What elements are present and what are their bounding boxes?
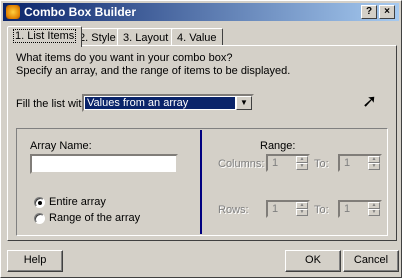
- fill-list-value: Values from an array: [85, 97, 235, 109]
- chevron-down-icon[interactable]: ▼: [236, 96, 252, 110]
- radio-range-row[interactable]: Range of the array: [34, 212, 140, 224]
- rows-to-label: To:: [314, 204, 329, 216]
- radio-range-label: Range of the array: [49, 212, 141, 224]
- prompt-line-2: Specify an array, and the range of items…: [16, 65, 291, 77]
- tab-layout[interactable]: 3. Layout: [117, 28, 175, 46]
- radio-range-of-array[interactable]: [34, 212, 45, 224]
- columns-to-label: To:: [314, 158, 329, 170]
- radio-entire-array-label: Entire array: [49, 196, 106, 208]
- columns-to-value: 1: [344, 157, 351, 169]
- mouse-pointer-icon: ➚: [362, 91, 378, 111]
- radio-entire-array[interactable]: [34, 196, 45, 208]
- rows-label: Rows:: [218, 204, 249, 216]
- rows-from-value: 1: [272, 203, 279, 215]
- columns-to-spinner[interactable]: 1 ▲ ▼: [338, 154, 382, 172]
- title-close-button[interactable]: ×: [379, 5, 395, 19]
- rows-to-spin-buttons[interactable]: ▲ ▼: [368, 202, 380, 216]
- fill-list-label: Fill the list with:: [16, 98, 91, 110]
- columns-from-spinner[interactable]: 1 ▲ ▼: [266, 154, 310, 172]
- dialog-window: Combo Box Builder ? × 1. List Items 2. S…: [0, 0, 402, 278]
- title-help-button[interactable]: ?: [361, 5, 377, 19]
- columns-from-value: 1: [272, 157, 279, 169]
- prompt-text: What items do you want in your combo box…: [16, 52, 290, 78]
- app-icon: [6, 5, 20, 19]
- help-button[interactable]: Help: [7, 250, 63, 272]
- window-title: Combo Box Builder: [24, 5, 137, 19]
- tab-value[interactable]: 4. Value: [171, 28, 223, 46]
- tab-list-items[interactable]: 1. List Items: [7, 26, 83, 47]
- radio-entire-array-row[interactable]: Entire array: [34, 196, 106, 208]
- array-name-label: Array Name:: [30, 140, 92, 152]
- rows-to-value: 1: [344, 203, 351, 215]
- array-name-input[interactable]: [30, 154, 178, 174]
- cancel-button[interactable]: Cancel: [343, 250, 399, 272]
- range-label: Range:: [260, 140, 296, 152]
- ok-button[interactable]: OK: [285, 250, 341, 272]
- group-divider: [200, 130, 202, 234]
- prompt-line-1: What items do you want in your combo box…: [16, 52, 233, 64]
- columns-label: Columns:: [218, 158, 265, 170]
- rows-to-spinner[interactable]: 1 ▲ ▼: [338, 200, 382, 218]
- fill-list-select[interactable]: Values from an array ▼: [82, 94, 254, 112]
- title-bar[interactable]: Combo Box Builder ? ×: [3, 3, 399, 21]
- columns-to-spin-buttons[interactable]: ▲ ▼: [368, 156, 380, 170]
- columns-from-spin-buttons[interactable]: ▲ ▼: [296, 156, 308, 170]
- rows-from-spin-buttons[interactable]: ▲ ▼: [296, 202, 308, 216]
- tab-panel: What items do you want in your combo box…: [7, 45, 397, 241]
- rows-from-spinner[interactable]: 1 ▲ ▼: [266, 200, 310, 218]
